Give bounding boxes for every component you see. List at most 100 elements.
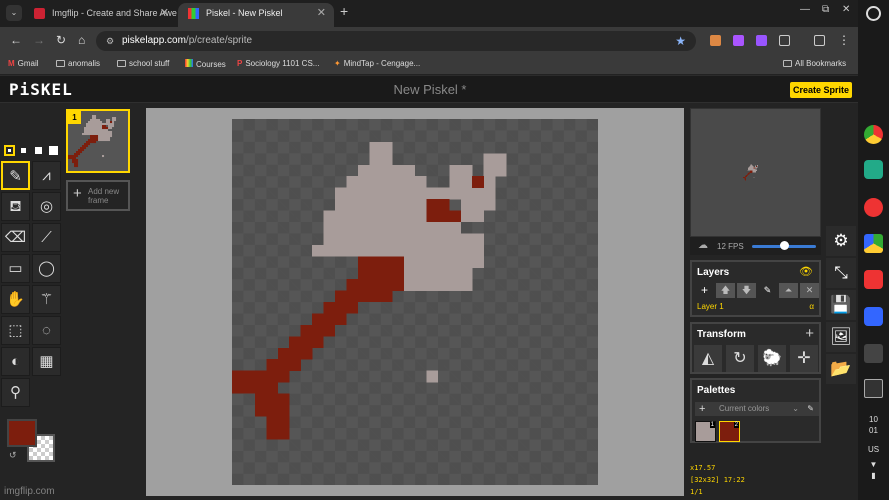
- move-layer-down-button[interactable]: 🡇: [737, 283, 756, 298]
- system-tray[interactable]: 10 01 US ▼ ▮: [858, 414, 889, 481]
- delete-layer-button[interactable]: ✕: [800, 283, 819, 298]
- merge-layer-button[interactable]: ⏶: [779, 283, 798, 298]
- calendar-app-icon[interactable]: [864, 379, 883, 398]
- tab-piskel[interactable]: Piskel - New Piskel ✕: [178, 3, 334, 27]
- settings-button[interactable]: ⚙: [826, 226, 856, 256]
- primary-color-swatch[interactable]: [7, 419, 37, 447]
- sprite-pixel: [92, 115, 95, 118]
- flip-button[interactable]: ◭: [694, 345, 722, 372]
- files-app-icon[interactable]: [864, 307, 883, 326]
- add-new-frame-button[interactable]: + Add new frame: [66, 180, 130, 211]
- chrome-app-icon[interactable]: [864, 125, 883, 144]
- layer-opacity[interactable]: α: [809, 302, 814, 311]
- move-layer-up-button[interactable]: 🡅: [716, 283, 735, 298]
- drawing-canvas[interactable]: [232, 119, 598, 485]
- pen-size-1[interactable]: [4, 145, 15, 156]
- paint-bucket-tool[interactable]: ⛾: [1, 192, 30, 221]
- import-button[interactable]: 📂: [826, 354, 856, 384]
- extension-icon[interactable]: [733, 35, 744, 46]
- align-center-button[interactable]: ✛: [790, 345, 818, 372]
- rectangle-tool[interactable]: ▭: [1, 254, 30, 283]
- sprite-pixel: [751, 171, 752, 172]
- side-panel-icon[interactable]: [814, 35, 825, 46]
- rectangle-selection-tool[interactable]: ⬚: [1, 316, 30, 345]
- create-sprite-button[interactable]: Create Sprite: [790, 82, 852, 98]
- pen-size-2[interactable]: [21, 148, 26, 153]
- forward-icon[interactable]: →: [33, 33, 45, 47]
- play-store-icon[interactable]: [864, 234, 883, 253]
- lighten-tool[interactable]: ◐: [1, 347, 30, 376]
- layer-1-item[interactable]: Layer 1: [697, 302, 724, 311]
- classroom-app-icon[interactable]: [864, 160, 883, 179]
- vertical-mirror-pen-tool[interactable]: ⩘: [32, 161, 61, 190]
- swap-colors-icon[interactable]: ↺: [9, 450, 17, 461]
- eraser-tool[interactable]: ⌫: [1, 223, 30, 252]
- sprite-pixel: [108, 125, 111, 128]
- fps-slider-handle[interactable]: [780, 241, 789, 250]
- home-icon[interactable]: ⌂: [78, 33, 85, 47]
- close-tab-icon[interactable]: ✕: [160, 3, 169, 23]
- window-app-icon[interactable]: [864, 344, 883, 363]
- save-button[interactable]: 💾: [826, 290, 856, 320]
- tab-search-button[interactable]: ⌄: [6, 5, 22, 21]
- stroke-tool[interactable]: ⟋: [32, 223, 61, 252]
- palette-selector[interactable]: + Current colors ⌄ ✎: [695, 402, 819, 416]
- close-window-icon[interactable]: ✕: [842, 4, 850, 15]
- extension-icon[interactable]: [756, 35, 767, 46]
- circle-tool[interactable]: ◯: [32, 254, 61, 283]
- paint-same-color-tool[interactable]: ◎: [32, 192, 61, 221]
- export-button[interactable]: 🖼: [826, 322, 856, 352]
- eye-icon[interactable]: 👁: [799, 265, 813, 278]
- onion-skin-icon[interactable]: ☁: [698, 240, 708, 251]
- sprite-pixel: [94, 121, 97, 124]
- pen-size-4[interactable]: [49, 146, 58, 155]
- expand-transform-icon[interactable]: +: [805, 325, 814, 342]
- dithering-tool[interactable]: ▦: [32, 347, 61, 376]
- maximize-icon[interactable]: ⧉: [822, 4, 829, 15]
- resize-button[interactable]: ⤡: [826, 258, 856, 288]
- browser-menu-icon[interactable]: ⋮: [838, 33, 850, 47]
- edit-palette-icon[interactable]: ✎: [807, 402, 814, 416]
- add-layer-button[interactable]: +: [695, 283, 714, 298]
- bookmark-all-bookmarks[interactable]: All Bookmarks: [783, 59, 846, 68]
- pen-tool[interactable]: ✎: [1, 161, 30, 190]
- rotate-button[interactable]: ↻: [726, 345, 754, 372]
- edit-layer-button[interactable]: ✎: [758, 283, 777, 298]
- frame-thumbnail[interactable]: 1: [66, 109, 130, 173]
- add-palette-icon[interactable]: +: [699, 402, 705, 416]
- piskel-logo[interactable]: PiSKEL: [9, 80, 73, 99]
- sprite-pixel: [80, 147, 83, 150]
- app-icon[interactable]: [864, 270, 883, 289]
- new-tab-button[interactable]: +: [340, 3, 348, 19]
- bookmark-school-stuff[interactable]: school stuff: [117, 59, 169, 68]
- bookmark-gmail[interactable]: M Gmail: [8, 59, 39, 68]
- palette-swatch-1[interactable]: 1: [695, 421, 716, 442]
- bookmark-mindtap[interactable]: ✦ MindTap - Cengage...: [334, 59, 420, 68]
- color-picker-tool[interactable]: ⚲: [1, 378, 30, 407]
- bookmark-courses[interactable]: Courses: [185, 59, 226, 69]
- extensions-puzzle-icon[interactable]: [779, 35, 790, 46]
- lasso-selection-tool[interactable]: ◌: [32, 316, 61, 345]
- site-info-icon[interactable]: ⚙: [106, 31, 114, 51]
- sprite-pixel: [84, 133, 87, 136]
- bookmark-star-icon[interactable]: ★: [675, 31, 686, 51]
- close-tab-icon[interactable]: ✕: [317, 3, 326, 23]
- animation-preview[interactable]: [690, 108, 821, 237]
- bookmark-anomalis[interactable]: anomalis: [56, 59, 100, 68]
- minimize-icon[interactable]: —: [800, 4, 810, 15]
- sprite-pixel: [108, 121, 111, 124]
- bookmark-sociology[interactable]: P Sociology 1101 CS...: [237, 59, 319, 68]
- launcher-icon[interactable]: [866, 6, 881, 21]
- pen-size-3[interactable]: [35, 147, 42, 154]
- address-bar[interactable]: ⚙ piskelapp.com/p/create/sprite ★: [96, 31, 696, 51]
- move-tool[interactable]: ✋: [1, 285, 30, 314]
- extension-icon[interactable]: [710, 35, 721, 46]
- reload-icon[interactable]: ↻: [56, 33, 66, 47]
- clone-button[interactable]: 🐑: [758, 345, 786, 372]
- sprite-pixel: [112, 123, 115, 126]
- palette-app-icon[interactable]: [864, 198, 883, 217]
- shape-selection-tool[interactable]: ⚚: [32, 285, 61, 314]
- back-icon[interactable]: ←: [10, 33, 22, 47]
- palette-swatch-2[interactable]: 2: [719, 421, 740, 442]
- tab-imgflip[interactable]: Imgflip - Create and Share Awe ✕: [24, 3, 177, 27]
